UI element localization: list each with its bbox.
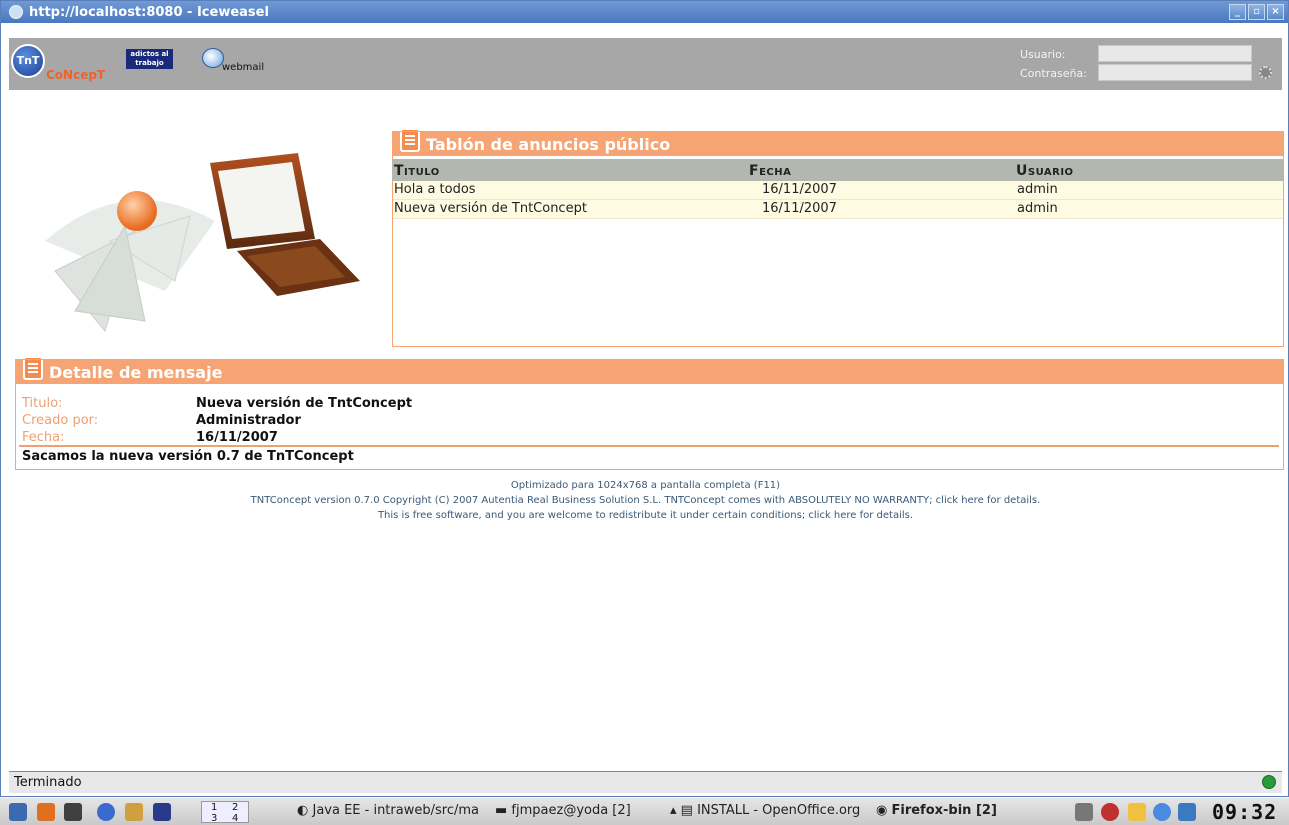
row-titulo[interactable]: Hola a todos	[394, 182, 476, 197]
hero-illustration	[15, 131, 393, 346]
row-fecha: 16/11/2007	[762, 201, 837, 216]
detail-creado-label: Creado por:	[22, 413, 99, 428]
browser-icon	[9, 5, 23, 19]
detail-fecha-label: Fecha:	[22, 430, 65, 445]
minimize-button[interactable]: _	[1229, 4, 1246, 20]
status-text: Terminado	[14, 775, 82, 790]
home-icon[interactable]	[37, 803, 55, 821]
row-fecha: 16/11/2007	[762, 182, 837, 197]
taskbar: 1 2 3 4 ◐ Java EE - intraweb/src/ma ▬ fj…	[0, 797, 1289, 825]
app-header: TnT CoNcepT adictos al trabajo webmail	[9, 38, 1282, 90]
tnt-logo-text[interactable]: CoNcepT	[46, 68, 105, 82]
detail-body: Sacamos la nueva versión 0.7 de TnTConce…	[22, 449, 354, 464]
pager-desktop-2[interactable]: 2	[232, 802, 238, 813]
usuario-input[interactable]	[1098, 45, 1252, 62]
desktop-icon[interactable]	[153, 803, 171, 821]
browser-launcher-icon[interactable]	[97, 803, 115, 821]
table-row[interactable]: Hola a todos 16/11/2007 admin	[393, 181, 1283, 200]
task-java-ee[interactable]: ◐ Java EE - intraweb/src/ma	[297, 803, 479, 818]
settings-icon[interactable]	[1153, 803, 1171, 821]
column-usuario[interactable]: Usuario	[1016, 163, 1074, 179]
detail-titulo-value: Nueva versión de TntConcept	[196, 396, 413, 411]
status-bar: Terminado	[9, 771, 1282, 793]
tnt-logo-icon[interactable]: TnT	[11, 44, 45, 78]
detail-separator	[19, 445, 1279, 447]
detail-titulo-label: Titulo:	[22, 396, 63, 411]
task-openoffice[interactable]: ▴ ▤ INSTALL - OpenOffice.org	[670, 803, 860, 818]
usuario-label: Usuario:	[1020, 48, 1066, 61]
terminal-icon[interactable]	[64, 803, 82, 821]
pager-desktop-4[interactable]: 4	[232, 813, 238, 824]
clock[interactable]: 09:32	[1212, 800, 1277, 824]
webmail-icon[interactable]	[202, 48, 224, 68]
update-icon[interactable]	[1101, 803, 1119, 821]
maximize-button[interactable]: ▫	[1248, 4, 1265, 20]
detail-fecha-value: 16/11/2007	[196, 430, 278, 445]
pager-desktop-3[interactable]: 3	[211, 813, 217, 824]
klipper-icon[interactable]	[1128, 803, 1146, 821]
row-titulo[interactable]: Nueva versión de TntConcept	[394, 201, 587, 216]
password-input[interactable]	[1098, 64, 1252, 81]
kde-menu-icon[interactable]	[9, 803, 27, 821]
calendar-icon[interactable]	[1178, 803, 1196, 821]
row-usuario: admin	[1017, 182, 1058, 197]
pager-desktop-1[interactable]: 1	[211, 802, 217, 813]
column-titulo[interactable]: Titulo	[394, 163, 440, 179]
password-label: Contraseña:	[1020, 67, 1087, 80]
desktop-pager[interactable]: 1 2 3 4	[201, 801, 249, 824]
window-title: http://localhost:8080 - Iceweasel	[29, 4, 269, 20]
editor-icon[interactable]	[125, 803, 143, 821]
close-button[interactable]: ×	[1267, 4, 1284, 20]
announcements-column-header: Titulo Fecha Usuario	[392, 159, 1284, 181]
table-row[interactable]: Nueva versión de TntConcept 16/11/2007 a…	[393, 200, 1283, 219]
footer-license[interactable]: This is free software, and you are welco…	[1, 510, 1289, 521]
footer-optimized: Optimizado para 1024x768 a pantalla comp…	[510, 480, 781, 491]
task-firefox[interactable]: ◉ Firefox-bin [2]	[876, 803, 997, 818]
network-icon[interactable]	[1075, 803, 1093, 821]
task-terminal[interactable]: ▬ fjmpaez@yoda [2]	[495, 803, 631, 818]
security-ok-icon[interactable]	[1262, 775, 1276, 789]
browser-window: http://localhost:8080 - Iceweasel _ ▫ × …	[0, 0, 1289, 797]
detail-creado-value: Administrador	[196, 413, 301, 428]
footer-copyright[interactable]: TNTConcept version 0.7.0 Copyright (C) 2…	[1, 495, 1289, 506]
column-fecha[interactable]: Fecha	[749, 163, 791, 179]
row-usuario: admin	[1017, 201, 1058, 216]
login-gear-icon[interactable]	[1259, 66, 1272, 79]
window-titlebar[interactable]: http://localhost:8080 - Iceweasel _ ▫ ×	[1, 1, 1288, 23]
webmail-link[interactable]: webmail	[222, 62, 264, 73]
adictos-al-trabajo-link[interactable]: adictos al trabajo	[126, 49, 173, 69]
